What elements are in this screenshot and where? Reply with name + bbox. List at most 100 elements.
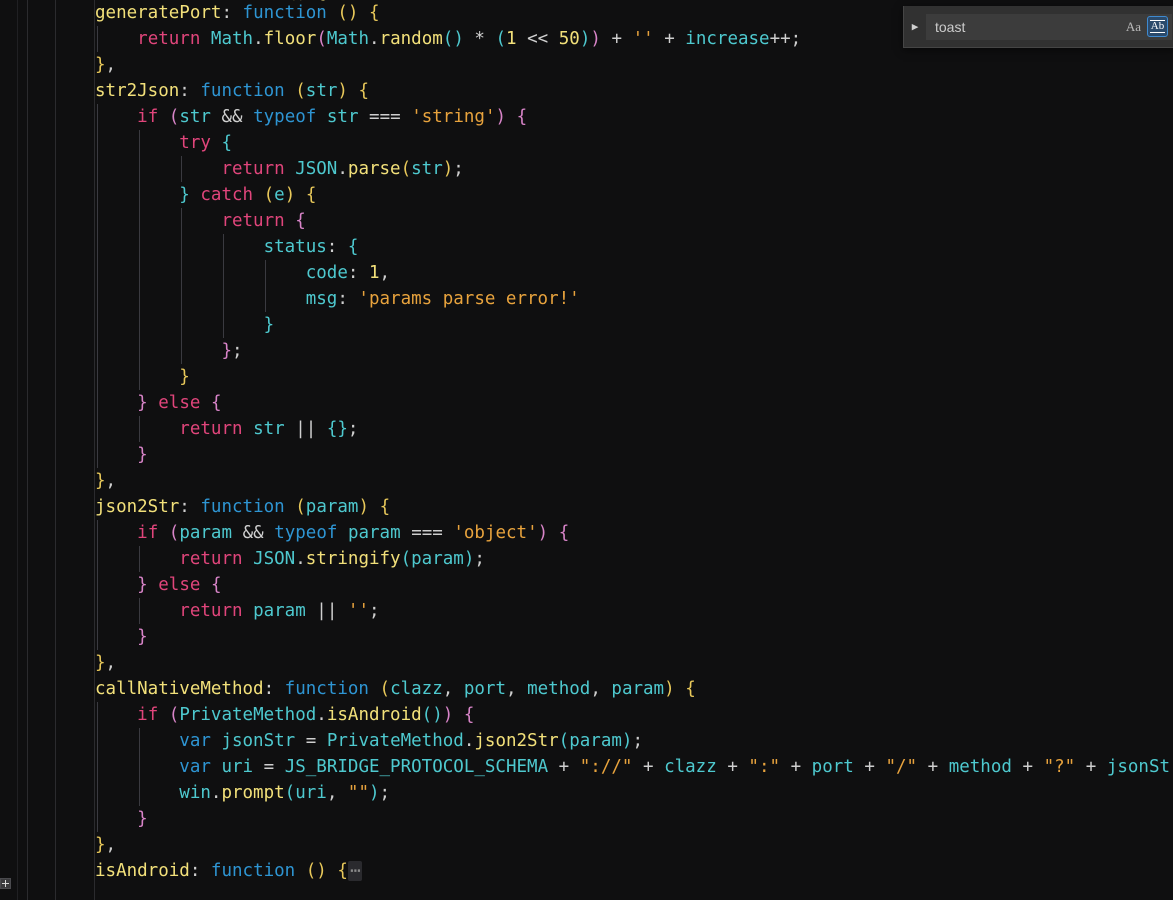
- indent-guide: [97, 442, 98, 468]
- indent-guide: [97, 546, 98, 572]
- indent-guide: [181, 234, 182, 260]
- code-line[interactable]: str2Json: function (str) {: [0, 78, 1173, 104]
- indent-guide: [181, 312, 182, 338]
- code-line[interactable]: } catch (e) {: [0, 182, 1173, 208]
- code-line[interactable]: win.prompt(uri, "");: [0, 780, 1173, 806]
- indent-guide: [97, 286, 98, 312]
- indent-guide: [139, 364, 140, 390]
- indent-guide: [223, 286, 224, 312]
- code-line-text: if (str && typeof str === 'string') {: [137, 107, 528, 127]
- code-line[interactable]: };: [0, 338, 1173, 364]
- code-line-text: str2Json: function (str) {: [95, 81, 370, 101]
- indent-guide: [139, 780, 140, 806]
- indent-guide: [97, 572, 98, 598]
- code-line-text: status: {: [263, 237, 359, 257]
- code-line[interactable]: status: {: [0, 234, 1173, 260]
- match-case-toggle[interactable]: Aa: [1123, 16, 1144, 37]
- code-line[interactable]: var uri = JS_BRIDGE_PROTOCOL_SCHEMA + ":…: [0, 754, 1173, 780]
- code-line-text: } else {: [137, 575, 222, 595]
- code-line[interactable]: if (PrivateMethod.isAndroid()) {: [0, 702, 1173, 728]
- indent-guide: [97, 806, 98, 832]
- search-input[interactable]: [935, 18, 1123, 35]
- indent-guide: [97, 520, 98, 546]
- indent-guide: [223, 234, 224, 260]
- code-line-text: },: [95, 55, 117, 75]
- code-line-text: try {: [179, 133, 232, 153]
- indent-guide: [223, 260, 224, 286]
- indent-guide: [97, 130, 98, 156]
- code-line-text: if (param && typeof param === 'object') …: [137, 523, 570, 543]
- code-line-text: return Math.floor(Math.random() * (1 << …: [137, 29, 802, 49]
- code-line[interactable]: }: [0, 624, 1173, 650]
- indent-guide: [139, 234, 140, 260]
- indent-guide: [265, 260, 266, 286]
- code-line-text: }: [137, 809, 148, 829]
- indent-guide: [97, 702, 98, 728]
- code-line[interactable]: if (param && typeof param === 'object') …: [0, 520, 1173, 546]
- code-line-text: },: [95, 471, 117, 491]
- code-line[interactable]: }: [0, 806, 1173, 832]
- indent-guide: [139, 598, 140, 624]
- indent-guide: [181, 260, 182, 286]
- indent-guide: [97, 26, 98, 52]
- whole-word-toggle[interactable]: Ab: [1147, 16, 1168, 37]
- indent-guide: [181, 286, 182, 312]
- indent-guide: [139, 286, 140, 312]
- indent-guide: [139, 208, 140, 234]
- indent-guide: [97, 364, 98, 390]
- code-line[interactable]: }: [0, 442, 1173, 468]
- code-editor-window: isAndroid: function () { generatePort: f…: [0, 0, 1173, 900]
- code-line[interactable]: code: 1,: [0, 260, 1173, 286]
- code-line[interactable]: if (str && typeof str === 'string') {: [0, 104, 1173, 130]
- code-line-text: var jsonStr = PrivateMethod.json2Str(par…: [179, 731, 643, 751]
- code-line-text: msg: 'params parse error!': [305, 289, 580, 309]
- code-line[interactable]: } else {: [0, 390, 1173, 416]
- code-line[interactable]: }: [0, 312, 1173, 338]
- code-line[interactable]: }: [0, 364, 1173, 390]
- code-line[interactable]: },: [0, 52, 1173, 78]
- code-content[interactable]: generatePort: function () { return Math.…: [0, 0, 1173, 900]
- code-line[interactable]: return {: [0, 208, 1173, 234]
- code-line[interactable]: var jsonStr = PrivateMethod.json2Str(par…: [0, 728, 1173, 754]
- code-line-text: callNativeMethod: function (clazz, port,…: [95, 679, 696, 699]
- code-line-text: var uri = JS_BRIDGE_PROTOCOL_SCHEMA + ":…: [179, 757, 1173, 777]
- indent-guide: [139, 416, 140, 442]
- code-line[interactable]: callNativeMethod: function (clazz, port,…: [0, 676, 1173, 702]
- indent-guide: [97, 156, 98, 182]
- code-line-text: };: [221, 341, 243, 361]
- code-line-text: }: [263, 315, 275, 335]
- code-line-text: generatePort: function () {: [95, 3, 380, 23]
- code-line[interactable]: },: [0, 832, 1173, 858]
- code-line[interactable]: try {: [0, 130, 1173, 156]
- indent-guide: [139, 312, 140, 338]
- code-line[interactable]: return JSON.stringify(param);: [0, 546, 1173, 572]
- indent-guide: [97, 234, 98, 260]
- indent-guide: [139, 130, 140, 156]
- find-input-wrapper[interactable]: Aa Ab: [926, 13, 1172, 40]
- indent-guide: [97, 182, 98, 208]
- code-line[interactable]: isAndroid: function () {⋯: [0, 858, 1173, 884]
- whole-word-label: Ab: [1149, 20, 1166, 33]
- indent-guide: [181, 156, 182, 182]
- code-line[interactable]: return param || '';: [0, 598, 1173, 624]
- code-line[interactable]: return JSON.parse(str);: [0, 156, 1173, 182]
- indent-guide: [97, 312, 98, 338]
- code-line[interactable]: },: [0, 650, 1173, 676]
- code-line-text: } catch (e) {: [179, 185, 317, 205]
- find-widget[interactable]: ▶ Aa Ab: [903, 6, 1173, 48]
- indent-guide: [181, 208, 182, 234]
- indent-guide: [97, 208, 98, 234]
- indent-guide: [265, 286, 266, 312]
- code-line[interactable]: } else {: [0, 572, 1173, 598]
- code-line[interactable]: msg: 'params parse error!': [0, 286, 1173, 312]
- code-line[interactable]: json2Str: function (param) {: [0, 494, 1173, 520]
- indent-guide: [97, 260, 98, 286]
- indent-guide: [223, 312, 224, 338]
- code-line[interactable]: return str || {};: [0, 416, 1173, 442]
- indent-guide: [97, 416, 98, 442]
- code-line-text: },: [95, 653, 117, 673]
- indent-guide: [97, 780, 98, 806]
- chevron-right-icon[interactable]: ▶: [904, 6, 926, 48]
- indent-guide: [181, 338, 182, 364]
- code-line[interactable]: },: [0, 468, 1173, 494]
